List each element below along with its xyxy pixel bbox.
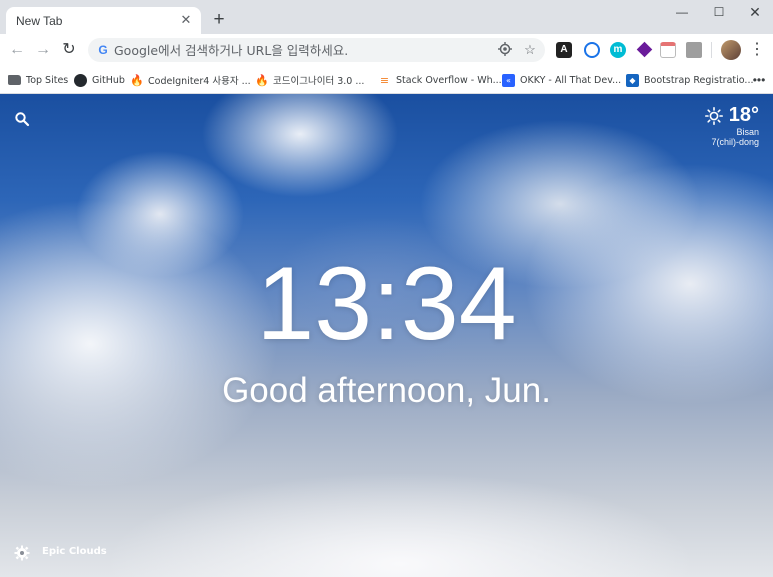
location-icon[interactable] (497, 42, 513, 58)
profile-avatar[interactable] (721, 40, 741, 60)
bookmark-star-icon[interactable]: ☆ (522, 42, 538, 58)
bookmark-okky[interactable]: « OKKY - All That Dev... (502, 71, 621, 89)
gear-icon[interactable] (14, 545, 30, 561)
a-extension-icon[interactable]: A (556, 42, 572, 58)
bookmarks-overflow-button[interactable]: ••• (750, 71, 768, 89)
diamond-extension-icon[interactable] (636, 41, 652, 58)
new-tab-button[interactable]: + (209, 10, 229, 30)
weather-widget[interactable]: 18° Bisan 7(chil)-dong (704, 104, 759, 147)
window-close-button[interactable]: ✕ (737, 0, 773, 26)
calendar-extension-icon[interactable] (660, 42, 676, 58)
bookmarks-bar: Top Sites GitHub 🔥 CodeIgniter4 사용자 ... … (0, 66, 773, 94)
folder-icon (8, 75, 21, 85)
photo-extension-icon[interactable] (686, 42, 702, 58)
browser-toolbar: ← → ↻ G ☆ A m ⋮ (0, 34, 773, 66)
bookmark-stackoverflow[interactable]: ≡ Stack Overflow - Wh... (378, 71, 502, 89)
m-extension-icon[interactable]: m (610, 42, 626, 58)
forward-button[interactable]: → (32, 39, 54, 61)
bookmark-github[interactable]: GitHub (74, 71, 125, 89)
bookmark-codeigniter4[interactable]: 🔥 CodeIgniter4 사용자 ... (130, 71, 251, 89)
maximize-button[interactable]: ☐ (701, 0, 737, 26)
bookmark-label: Top Sites (26, 74, 69, 86)
bookmark-label: OKKY - All That Dev... (520, 74, 622, 86)
bootstrap-icon: ◆ (626, 73, 639, 87)
okky-icon: « (502, 73, 515, 87)
stackoverflow-icon: ≡ (379, 73, 390, 87)
ring-extension-icon[interactable] (584, 42, 600, 58)
weather-location: Bisan (736, 127, 759, 137)
tab-strip: New Tab ✕ + — ☐ ✕ (0, 0, 773, 34)
tab-close-icon[interactable]: ✕ (178, 12, 194, 28)
weather-location-detail: 7(chil)-dong (711, 137, 759, 147)
bookmark-bootstrap[interactable]: ◆ Bootstrap Registratio... (626, 71, 753, 89)
github-icon (74, 73, 87, 87)
toolbar-divider (711, 42, 712, 58)
minimize-button[interactable]: — (664, 0, 700, 26)
omnibox[interactable]: G ☆ (88, 38, 545, 62)
reload-button[interactable]: ↻ (58, 39, 80, 61)
flame-icon: 🔥 (255, 73, 269, 87)
address-input[interactable] (114, 41, 494, 59)
back-button[interactable]: ← (6, 39, 28, 61)
tab-new-tab[interactable]: New Tab ✕ (6, 7, 201, 34)
chrome-menu-button[interactable]: ⋮ (748, 39, 766, 61)
bookmark-label: 코드이그나이터 3.0 ... (273, 76, 365, 87)
bookmark-codeigniter3[interactable]: 🔥 코드이그나이터 3.0 ... (255, 71, 364, 89)
clock: 13:34 (256, 246, 517, 362)
flame-icon: 🔥 (130, 73, 144, 87)
tab-title: New Tab (16, 14, 63, 28)
google-icon: G (98, 43, 108, 57)
bookmark-label: Stack Overflow - Wh... (396, 74, 502, 86)
temperature: 18° (728, 104, 759, 126)
bookmark-label: GitHub (92, 74, 125, 86)
greeting: Good afternoon, Jun. (222, 371, 551, 410)
search-icon[interactable] (14, 111, 30, 127)
sun-icon (704, 106, 723, 125)
bookmark-label: Bootstrap Registratio... (644, 74, 754, 86)
momentum-dashboard: 18° Bisan 7(chil)-dong 13:34 Good aftern… (0, 94, 773, 577)
background-photo-credit[interactable]: Epic Clouds (42, 546, 107, 557)
bookmark-label: CodeIgniter4 사용자 ... (148, 76, 251, 87)
bookmark-top-sites[interactable]: Top Sites (8, 71, 68, 89)
